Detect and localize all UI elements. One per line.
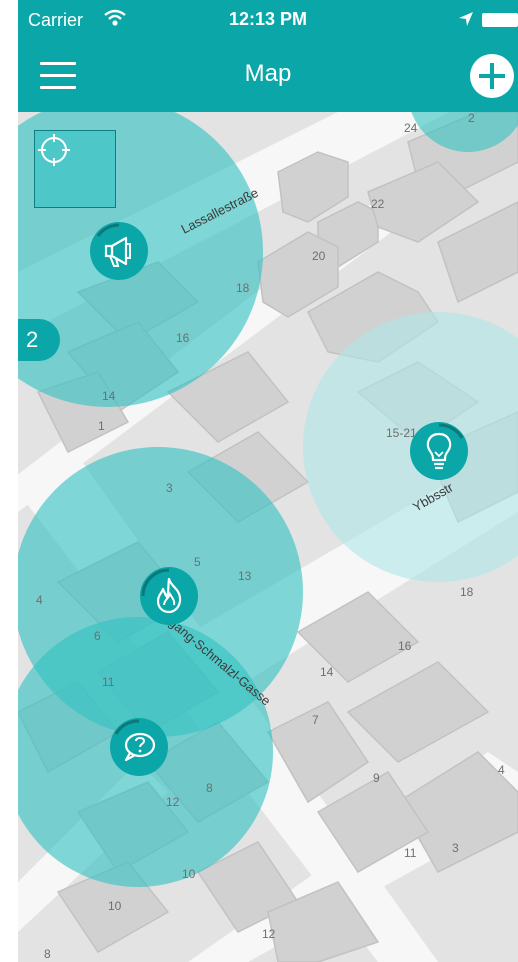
house-number: 3 xyxy=(452,841,459,855)
battery-icon xyxy=(482,13,518,27)
house-number: 11 xyxy=(404,846,417,860)
house-number: 1 xyxy=(98,419,105,433)
lightbulb-icon xyxy=(426,423,464,470)
house-number: 16 xyxy=(398,639,412,653)
house-number: 2 xyxy=(468,112,475,125)
cluster-marker[interactable]: 2 xyxy=(18,319,60,361)
house-number: 9 xyxy=(373,771,380,785)
report-marker-megaphone[interactable] xyxy=(90,222,148,280)
house-number: 12 xyxy=(166,795,180,809)
house-number: 4 xyxy=(498,763,505,777)
house-number: 4 xyxy=(36,593,43,607)
report-marker-question[interactable] xyxy=(110,718,168,776)
page-title: Map xyxy=(244,60,292,87)
house-number: 12 xyxy=(262,927,276,941)
megaphone-icon xyxy=(96,223,131,267)
flame-icon xyxy=(141,568,182,614)
house-number: 6 xyxy=(94,629,101,643)
house-number: 3 xyxy=(166,481,173,495)
house-number: 18 xyxy=(236,281,250,295)
house-number: 20 xyxy=(312,249,326,263)
add-button[interactable] xyxy=(470,54,514,98)
house-number: 11 xyxy=(102,675,115,689)
status-bar: Carrier 12:13 PM xyxy=(18,0,518,40)
crosshair-icon xyxy=(38,134,70,166)
house-number: 8 xyxy=(206,781,213,795)
map-view[interactable]: Lassallestraße Ybbsstr gang-Schmalzl-Gas… xyxy=(18,112,518,962)
house-number: 16 xyxy=(176,331,190,345)
status-time: 12:13 PM xyxy=(228,9,308,29)
house-number: 24 xyxy=(404,121,418,135)
phone-screen: Carrier 12:13 PM Map Lassallestraße Ybbs… xyxy=(18,0,518,962)
house-number: 10 xyxy=(182,867,196,881)
location-arrow-icon xyxy=(459,12,473,26)
house-number: 14 xyxy=(320,665,334,679)
navigation-bar: Map xyxy=(18,40,518,112)
report-marker-fire[interactable] xyxy=(140,567,198,625)
locate-me-button[interactable] xyxy=(34,130,116,208)
house-number: 18 xyxy=(460,585,474,599)
house-number: 7 xyxy=(312,713,319,727)
house-number: 10 xyxy=(108,899,122,913)
house-number: 22 xyxy=(371,197,385,211)
house-number: 14 xyxy=(102,389,116,403)
house-number: 8 xyxy=(44,947,51,961)
report-marker-idea[interactable] xyxy=(410,422,468,480)
house-number: 13 xyxy=(238,569,252,583)
question-bubble-icon xyxy=(114,719,156,762)
